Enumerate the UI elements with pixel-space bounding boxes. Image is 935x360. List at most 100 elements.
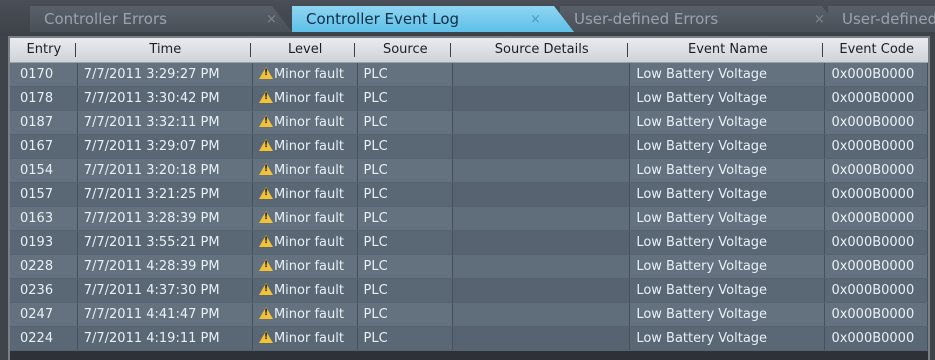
column-header-event-name[interactable]: Event Name	[630, 38, 825, 62]
level-cell: Minor fault	[253, 303, 358, 326]
event-name-cell: Low Battery Voltage	[630, 63, 826, 86]
table-row[interactable]: 0163 7/7/2011 3:28:39 PM Minor fault PLC…	[10, 207, 928, 231]
column-resize-handle[interactable]	[450, 43, 452, 57]
entry-cell: 0170	[10, 63, 78, 86]
source-details-cell	[453, 183, 631, 206]
source-cell: PLC	[358, 111, 454, 134]
level-cell: Minor fault	[253, 183, 358, 206]
entry-cell: 0224	[10, 327, 78, 350]
entry-cell: 0187	[10, 111, 78, 134]
source-details-cell	[453, 255, 631, 278]
source-cell: PLC	[358, 183, 454, 206]
warning-triangle-icon	[258, 211, 273, 223]
level-cell: Minor fault	[253, 159, 358, 182]
column-resize-handle[interactable]	[354, 43, 356, 57]
event-log-table: Entry Time Level Source Source Details E…	[8, 36, 930, 360]
tab-close-icon[interactable]: ×	[266, 12, 277, 27]
table-row[interactable]: 0157 7/7/2011 3:21:25 PM Minor fault PLC…	[10, 183, 928, 207]
column-header-label: Source Details	[494, 42, 589, 57]
source-details-cell	[453, 63, 631, 86]
source-details-cell	[453, 87, 631, 110]
event-code-cell: 0x000B0000	[825, 87, 928, 110]
level-text: Minor fault	[273, 331, 344, 346]
column-header-time[interactable]: Time	[78, 38, 253, 62]
event-code-cell: 0x000B0000	[825, 255, 928, 278]
column-resize-handle[interactable]	[249, 43, 251, 57]
tab-controller-errors[interactable]: Controller Errors ×	[30, 6, 292, 32]
level-cell: Minor fault	[253, 135, 358, 158]
table-row[interactable]: 0187 7/7/2011 3:32:11 PM Minor fault PLC…	[10, 111, 928, 135]
level-cell: Minor fault	[253, 279, 358, 302]
source-cell: PLC	[358, 255, 454, 278]
warning-triangle-icon	[258, 91, 273, 103]
tab-user-defined[interactable]: User-defined	[828, 6, 935, 32]
event-code-cell: 0x000B0000	[825, 111, 928, 134]
warning-triangle-icon	[258, 307, 273, 319]
tab-close-icon[interactable]: ×	[814, 12, 825, 27]
source-cell: PLC	[358, 231, 454, 254]
level-cell: Minor fault	[253, 111, 358, 134]
level-cell: Minor fault	[253, 255, 358, 278]
column-header-label: Source	[382, 42, 428, 57]
event-code-cell: 0x000B0000	[825, 183, 928, 206]
source-cell: PLC	[358, 207, 454, 230]
level-text: Minor fault	[273, 139, 344, 154]
time-cell: 7/7/2011 3:28:39 PM	[78, 207, 253, 230]
event-code-cell: 0x000B0000	[825, 303, 928, 326]
table-row[interactable]: 0170 7/7/2011 3:29:27 PM Minor fault PLC…	[10, 63, 928, 87]
source-details-cell	[453, 135, 631, 158]
source-details-cell	[453, 303, 631, 326]
table-row[interactable]: 0224 7/7/2011 4:19:11 PM Minor fault PLC…	[10, 327, 928, 351]
time-cell: 7/7/2011 3:30:42 PM	[78, 87, 253, 110]
tab-close-icon[interactable]: ×	[530, 12, 541, 27]
table-header: Entry Time Level Source Source Details E…	[10, 38, 928, 63]
event-name-cell: Low Battery Voltage	[630, 303, 826, 326]
warning-triangle-icon	[258, 115, 273, 127]
table-row[interactable]: 0193 7/7/2011 3:55:21 PM Minor fault PLC…	[10, 231, 928, 255]
table-row[interactable]: 0167 7/7/2011 3:29:07 PM Minor fault PLC…	[10, 135, 928, 159]
time-cell: 7/7/2011 3:29:27 PM	[78, 63, 253, 86]
table-row[interactable]: 0247 7/7/2011 4:41:47 PM Minor fault PLC…	[10, 303, 928, 327]
warning-triangle-icon	[258, 331, 273, 343]
warning-triangle-icon	[258, 139, 273, 151]
column-resize-handle[interactable]	[822, 43, 824, 57]
event-name-cell: Low Battery Voltage	[630, 159, 826, 182]
time-cell: 7/7/2011 3:55:21 PM	[78, 231, 253, 254]
event-name-cell: Low Battery Voltage	[630, 255, 826, 278]
column-header-event-code[interactable]: Event Code	[825, 38, 928, 62]
column-header-entry[interactable]: Entry	[10, 38, 78, 62]
source-details-cell	[453, 111, 631, 134]
entry-cell: 0157	[10, 183, 78, 206]
column-header-level[interactable]: Level	[253, 38, 358, 62]
source-cell: PLC	[358, 87, 454, 110]
event-name-cell: Low Battery Voltage	[630, 183, 826, 206]
source-details-cell	[453, 159, 631, 182]
table-body: 0170 7/7/2011 3:29:27 PM Minor fault PLC…	[10, 63, 928, 351]
tab-controller-event-log[interactable]: Controller Event Log ×	[292, 6, 574, 32]
column-header-source[interactable]: Source	[357, 38, 453, 62]
level-cell: Minor fault	[253, 327, 358, 350]
entry-cell: 0163	[10, 207, 78, 230]
table-row[interactable]: 0154 7/7/2011 3:20:18 PM Minor fault PLC…	[10, 159, 928, 183]
tab-user-defined-errors[interactable]: User-defined Errors ×	[560, 6, 842, 32]
column-header-source-details[interactable]: Source Details	[453, 38, 630, 62]
tab-label: Controller Event Log	[306, 10, 460, 28]
entry-cell: 0178	[10, 87, 78, 110]
level-text: Minor fault	[273, 259, 344, 274]
table-row[interactable]: 0178 7/7/2011 3:30:42 PM Minor fault PLC…	[10, 87, 928, 111]
entry-cell: 0247	[10, 303, 78, 326]
column-resize-handle[interactable]	[74, 43, 76, 57]
column-resize-handle[interactable]	[627, 43, 629, 57]
level-text: Minor fault	[273, 187, 344, 202]
entry-cell: 0167	[10, 135, 78, 158]
warning-triangle-icon	[258, 67, 273, 79]
table-row[interactable]: 0236 7/7/2011 4:37:30 PM Minor fault PLC…	[10, 279, 928, 303]
source-cell: PLC	[358, 135, 454, 158]
table-row[interactable]: 0228 7/7/2011 4:28:39 PM Minor fault PLC…	[10, 255, 928, 279]
entry-cell: 0154	[10, 159, 78, 182]
source-cell: PLC	[358, 159, 454, 182]
level-cell: Minor fault	[253, 87, 358, 110]
time-cell: 7/7/2011 4:37:30 PM	[78, 279, 253, 302]
tab-strip: Controller Errors × Controller Event Log…	[0, 0, 935, 36]
source-details-cell	[453, 207, 631, 230]
